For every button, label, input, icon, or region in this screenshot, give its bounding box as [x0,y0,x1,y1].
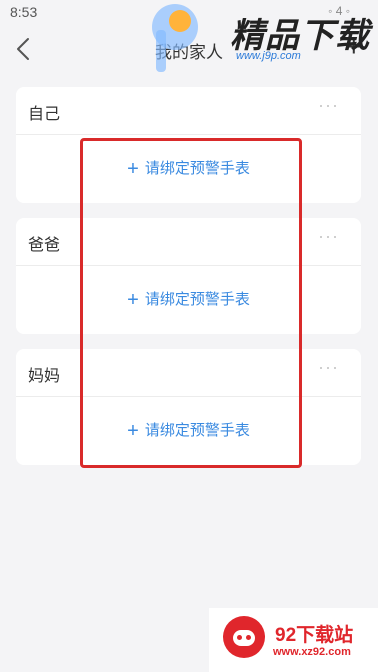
card-header: 妈妈 ··· [16,349,361,397]
bind-watch-button[interactable]: + 请绑定预警手表 [16,288,361,312]
plus-icon: + [127,420,139,442]
more-dots-icon[interactable]: ··· [318,226,339,247]
watermark-logo [223,616,265,658]
watermark-logo-dot [169,10,191,32]
watermark-logo-eye [246,635,251,640]
watermark-logo-face [233,630,255,646]
watermark-bottom: 92下载站 www.xz92.com [209,608,378,672]
watermark-brand: 92下载站 [275,625,354,646]
bind-watch-label: 请绑定预警手表 [144,160,250,177]
more-dots-icon[interactable]: ··· [318,95,339,116]
member-card: 妈妈 ··· + 请绑定预警手表 [16,349,361,465]
member-name: 自己 [28,106,61,123]
watermark-logo-tail [156,30,166,72]
status-time: 8:53 [10,4,38,20]
member-name: 爸爸 [28,237,61,254]
bind-watch-button[interactable]: + 请绑定预警手表 [16,157,361,181]
card-header: 自己 ··· [16,87,361,135]
bind-watch-button[interactable]: + 请绑定预警手表 [16,419,361,443]
member-card: 自己 ··· + 请绑定预警手表 [16,87,361,203]
plus-icon: + [127,289,139,311]
watermark-url: www.xz92.com [273,646,351,658]
member-card: 爸爸 ··· + 请绑定预警手表 [16,218,361,334]
bind-watch-label: 请绑定预警手表 [144,291,250,308]
watermark-logo-eye [237,635,242,640]
member-name: 妈妈 [28,368,61,385]
plus-icon: + [127,158,139,180]
card-header: 爸爸 ··· [16,218,361,266]
watermark-url: www.j9p.com [236,50,301,62]
watermark-top: 精品下载 www.j9p.com [150,2,370,74]
more-dots-icon[interactable]: ··· [318,357,339,378]
bind-watch-label: 请绑定预警手表 [144,422,250,439]
